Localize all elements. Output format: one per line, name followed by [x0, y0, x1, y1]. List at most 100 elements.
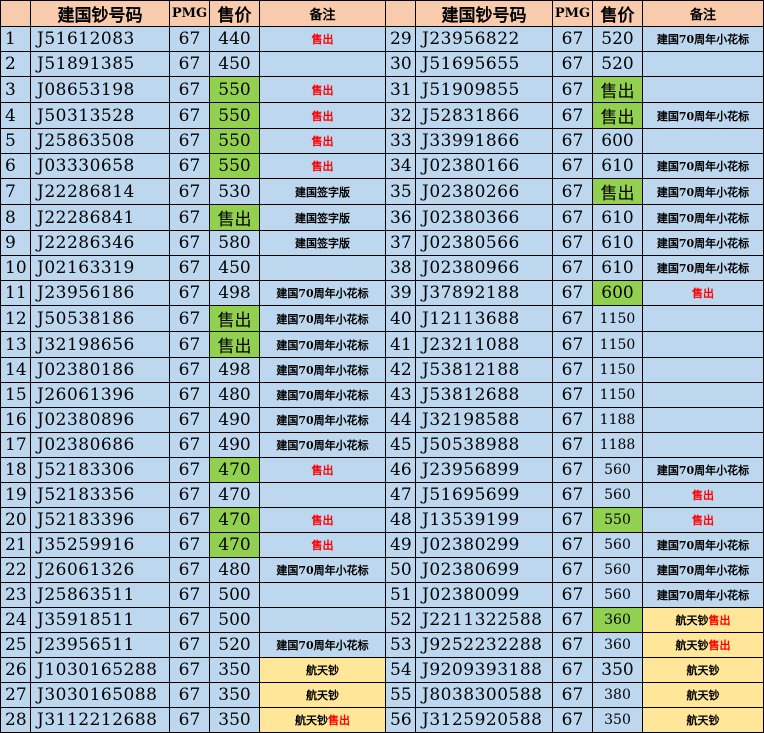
note-text: 航天钞: [686, 689, 720, 702]
note-cell: 航天钞: [259, 682, 386, 708]
price-cell: 380: [592, 682, 643, 708]
price-cell: 490: [209, 432, 260, 458]
note-cell: 建国70周年小花标: [642, 532, 764, 558]
pmg-grade: 67: [169, 457, 210, 483]
pmg-grade: 67: [552, 507, 593, 533]
note-text: 航天钞: [675, 639, 709, 652]
note-cell: 建国70周年小花标: [259, 357, 386, 383]
pmg-grade: 67: [552, 382, 593, 408]
header-pmg: PMG: [169, 0, 210, 27]
serial-code: J35259916: [30, 532, 170, 558]
serial-code: J03330658: [30, 153, 170, 179]
header-code: 建国钞号码: [415, 0, 553, 27]
row-number: 54: [385, 657, 416, 683]
row-number: 14: [0, 357, 31, 383]
pmg-grade: 67: [552, 607, 593, 633]
serial-code: J02380699: [415, 557, 553, 583]
price-cell: 350: [209, 707, 260, 733]
pmg-grade: 67: [552, 432, 593, 458]
note-text: 建国70周年小花标: [656, 211, 750, 225]
note-text: 售出: [692, 489, 714, 502]
row-number: 16: [0, 407, 31, 433]
sold-tag: 售出: [328, 714, 350, 727]
note-text: 建国70周年小花标: [656, 262, 750, 275]
table-row: 22 J26061326 67 480 建国70周年小花标 50 J02380699 67 56…: [0, 557, 764, 583]
row-number: 50: [385, 557, 416, 583]
pmg-grade: 67: [552, 204, 593, 231]
note-text: 航天钞: [686, 664, 720, 677]
note-text: 建国签字版: [295, 237, 350, 250]
price-cell: 500: [209, 607, 260, 633]
serial-code: J02380186: [30, 357, 170, 383]
row-number: 21: [0, 532, 31, 558]
row-number: 47: [385, 482, 416, 508]
serial-code: J02380896: [30, 407, 170, 433]
serial-code: J52831866: [415, 102, 553, 129]
pmg-grade: 67: [169, 76, 210, 103]
price-cell: 售出: [592, 102, 643, 129]
price-cell: 550: [209, 153, 260, 179]
row-number: 12: [0, 305, 31, 332]
note-text: 售出: [311, 109, 334, 123]
pmg-grade: 67: [169, 305, 210, 332]
note-cell: 建国70周年小花标: [642, 102, 764, 129]
serial-code: J02380686: [30, 432, 170, 458]
note-text: 建国70周年小花标: [276, 439, 369, 452]
note-cell: 航天钞: [642, 657, 764, 683]
table-row: 17 J02380686 67 490 建国70周年小花标 45 J50538988 67 11…: [0, 432, 764, 458]
price-cell: 350: [592, 707, 643, 733]
note-text: 建国70周年小花标: [656, 564, 750, 577]
price-cell: 560: [592, 557, 643, 583]
serial-code: J3112212688: [30, 707, 170, 733]
pmg-grade: 67: [552, 230, 593, 256]
price-cell: 520: [592, 51, 643, 77]
row-number: 2: [0, 51, 31, 77]
price-cell: 610: [592, 230, 643, 256]
note-text: 售出: [692, 514, 714, 527]
serial-code: J50538186: [30, 305, 170, 332]
serial-code: J22286814: [30, 178, 170, 205]
note-cell: 建国70周年小花标: [642, 557, 764, 583]
note-cell: 建国70周年小花标: [259, 305, 386, 332]
row-number: 17: [0, 432, 31, 458]
serial-code: J23956511: [30, 632, 170, 658]
price-cell: 470: [209, 457, 260, 483]
serial-code: J3125920588: [415, 707, 553, 733]
price-cell: 1188: [592, 432, 643, 458]
note-text: 售出: [311, 135, 334, 148]
pmg-grade: 67: [552, 153, 593, 179]
note-cell: [259, 607, 386, 633]
serial-code: J32198588: [415, 407, 553, 433]
table-row: 2 J51891385 67 450 30 J51695655 67 520: [0, 51, 764, 77]
note-cell: 建国70周年小花标: [642, 457, 764, 483]
sold-tag: 售出: [708, 614, 731, 627]
row-number: 23: [0, 582, 31, 608]
pmg-grade: 67: [552, 51, 593, 77]
row-number: 45: [385, 432, 416, 458]
table-row: 24 J35918511 67 500 52 J2211322588 67 360 航天钞售出: [0, 607, 764, 633]
serial-code: J02380166: [415, 153, 553, 179]
price-cell: 560: [592, 482, 643, 508]
serial-code: J23956186: [30, 280, 170, 306]
note-text: 航天钞: [675, 614, 709, 627]
price-cell: 480: [209, 382, 260, 408]
row-number: 30: [385, 51, 416, 77]
note-cell: 航天钞售出: [642, 632, 764, 658]
serial-code: J08653198: [30, 76, 170, 103]
pmg-grade: 67: [552, 707, 593, 733]
pmg-grade: 67: [169, 482, 210, 508]
table-row: 23 J25863511 67 500 51 J02380099 67 560 建国70周年小花…: [0, 582, 764, 608]
note-cell: 建国70周年小花标: [642, 178, 764, 205]
note-cell: 售出: [259, 457, 386, 483]
row-number: 5: [0, 128, 31, 154]
serial-code: J22286841: [30, 204, 170, 231]
pmg-grade: 67: [169, 607, 210, 633]
table-row: 10 J02163319 67 450 38 J02380966 67 610 建国70周年小花…: [0, 255, 764, 281]
note-text: 售出: [311, 33, 334, 46]
pmg-grade: 67: [169, 102, 210, 129]
price-cell: 560: [592, 582, 643, 608]
row-number: 9: [0, 230, 31, 256]
table-row: 25 J23956511 67 520 建国70周年小花标 53 J9252232288 67…: [0, 632, 764, 658]
header-blank-cell: [385, 0, 416, 27]
serial-code: J02380266: [415, 178, 553, 205]
